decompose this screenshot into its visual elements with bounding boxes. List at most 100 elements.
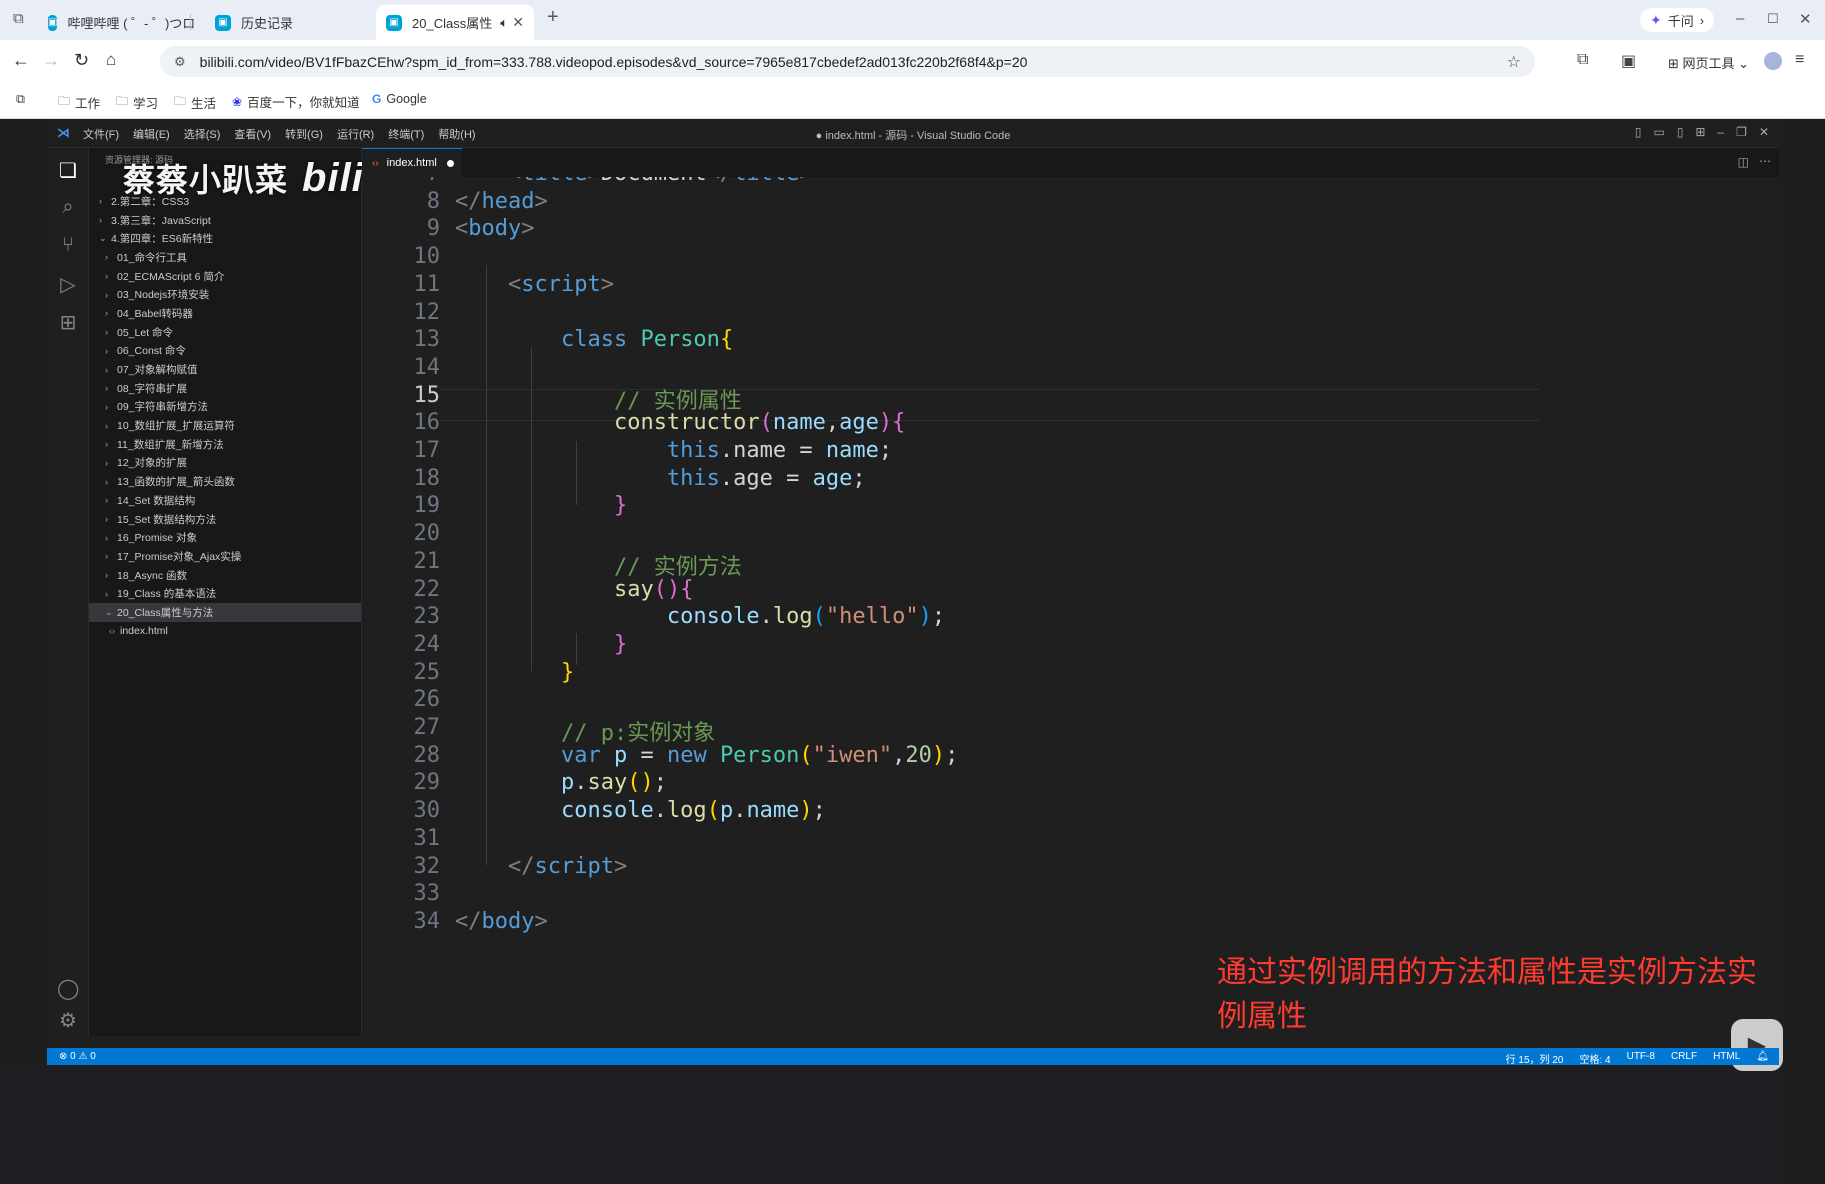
- code-line: }: [455, 632, 627, 657]
- line-number: 14: [413, 354, 441, 380]
- folder-item[interactable]: › 05_Let 命令: [89, 323, 361, 342]
- bookmarks-bar: ⧉ 🗀︎ 工作 🗀︎ 学习 🗀︎ 生活 ❀ 百度一下，你就知道 G Google: [0, 83, 1825, 119]
- folder-item[interactable]: › 14_Set 数据结构: [89, 491, 361, 510]
- file-item[interactable]: ‹› index.html: [89, 622, 361, 641]
- close-window-icon[interactable]: ✕: [1799, 10, 1812, 28]
- customize-layout-icon[interactable]: ⊞: [1695, 125, 1705, 139]
- extensions-icon[interactable]: ⧉: [1577, 51, 1588, 69]
- line-number: 17: [413, 438, 441, 463]
- web-tools-button[interactable]: ⊞ 网页工具 ⌄: [1668, 53, 1749, 72]
- line-number: 16: [413, 410, 441, 436]
- folder-item[interactable]: › 18_Async 函数: [89, 566, 361, 585]
- bookmark-label: 学习: [133, 97, 159, 111]
- qianwen-button[interactable]: ✦ 千问 ›: [1640, 8, 1715, 32]
- avatar[interactable]: [1764, 52, 1782, 70]
- folder-item[interactable]: › 15_Set 数据结构方法: [89, 510, 361, 529]
- tab-bilibili-home[interactable]: ▣ 哔哩哔哩 ( ゜- ゜)つロ: [38, 5, 195, 40]
- toggle-sidebar-icon[interactable]: ▯: [1635, 125, 1642, 139]
- source-control-icon[interactable]: ⑂: [57, 234, 79, 257]
- indentation[interactable]: 空格: 4: [1579, 1051, 1610, 1066]
- toggle-secondary-sidebar-icon[interactable]: ▯: [1677, 125, 1684, 139]
- extensions-icon[interactable]: ⊞: [57, 310, 79, 335]
- search-icon[interactable]: ⌕: [57, 196, 79, 219]
- split-editor-icon[interactable]: ◫: [1738, 155, 1749, 169]
- home-icon[interactable]: ⌂: [106, 50, 116, 70]
- unsaved-dot-icon[interactable]: [446, 159, 454, 167]
- folder-item[interactable]: › 13_函数的扩展_箭头函数: [89, 472, 361, 491]
- tab-index-html[interactable]: ‹› index.html: [362, 148, 462, 177]
- bell-icon[interactable]: 🔔︎: [1756, 1051, 1769, 1066]
- tree-item-label: 08_字符串扩展: [117, 382, 188, 395]
- tree-item-label: 12_对象的扩展: [117, 457, 188, 470]
- screenshot-icon[interactable]: ▣: [1621, 51, 1636, 71]
- back-icon[interactable]: ←: [12, 50, 30, 71]
- folder-item[interactable]: ⌄ 4.第四章：ES6新特性: [89, 229, 361, 248]
- tab-label: index.html: [386, 157, 437, 169]
- apps-icon[interactable]: ⧉: [16, 92, 25, 107]
- speaker-icon[interactable]: 🔈︎: [500, 15, 508, 31]
- toggle-panel-icon[interactable]: ▭: [1653, 125, 1664, 139]
- bookmark-google[interactable]: G Google: [372, 92, 427, 106]
- folder-item[interactable]: › 3.第三章：JavaScript: [89, 211, 361, 230]
- forward-icon[interactable]: →: [42, 50, 60, 71]
- site-info-icon[interactable]: ⚙︎: [174, 54, 186, 70]
- more-actions-icon[interactable]: ⋯: [1759, 154, 1771, 168]
- minimize-icon[interactable]: –: [1736, 10, 1744, 27]
- folder-item[interactable]: › 11_数组扩展_新增方法: [89, 435, 361, 454]
- folder-item[interactable]: ⌄ 20_Class属性与方法: [89, 603, 361, 622]
- folder-item[interactable]: › 19_Class 的基本语法: [89, 584, 361, 603]
- folder-item[interactable]: › 09_字符串新增方法: [89, 398, 361, 417]
- account-icon[interactable]: ◯: [57, 976, 79, 1001]
- tree-item-label: 13_函数的扩展_箭头函数: [117, 476, 235, 489]
- language-mode[interactable]: HTML: [1713, 1051, 1740, 1066]
- tab-divider: [190, 14, 191, 30]
- problems-count[interactable]: ⊗ 0 ⚠ 0: [59, 1051, 96, 1062]
- close-tab-icon[interactable]: ✕: [512, 14, 524, 31]
- new-tab-icon[interactable]: +: [547, 6, 559, 29]
- explorer-icon[interactable]: ❏: [57, 158, 79, 183]
- gear-icon[interactable]: ⚙︎: [57, 1008, 79, 1033]
- folder-item[interactable]: › 12_对象的扩展: [89, 454, 361, 473]
- google-icon: G: [372, 92, 382, 106]
- maximize-icon[interactable]: ☐: [1767, 11, 1779, 27]
- tree-item-label: 06_Const 命令: [117, 345, 186, 358]
- chevron-icon: ›: [105, 476, 108, 487]
- folder-item[interactable]: › 02_ECMAScript 6 简介: [89, 267, 361, 286]
- minimize-icon[interactable]: –: [1717, 125, 1724, 139]
- bookmark-folder-study[interactable]: 🗀︎ 学习: [116, 92, 158, 113]
- code-token: (: [812, 604, 826, 630]
- run-debug-icon[interactable]: ▷: [57, 272, 79, 297]
- line-number: 8: [426, 188, 440, 214]
- line-ending[interactable]: CRLF: [1671, 1051, 1697, 1066]
- chevron-icon: ›: [105, 383, 108, 394]
- encoding[interactable]: UTF-8: [1627, 1051, 1655, 1066]
- bookmark-baidu[interactable]: ❀ 百度一下，你就知道: [232, 92, 360, 111]
- tab-search-icon[interactable]: ⧉: [13, 10, 24, 27]
- folder-item[interactable]: › 06_Const 命令: [89, 342, 361, 361]
- close-icon[interactable]: ✕: [1759, 125, 1769, 139]
- video-player[interactable]: ⋊ 文件(F) 编辑(E) 选择(S) 查看(V) 转到(G) 运行(R) 终端…: [0, 119, 1825, 1184]
- folder-item[interactable]: › 04_Babel转码器: [89, 304, 361, 323]
- folder-item[interactable]: › 10_数组扩展_扩展运算符: [89, 416, 361, 435]
- line-number: 22: [413, 576, 441, 602]
- folder-item[interactable]: › 07_对象解构赋值: [89, 360, 361, 379]
- code-editor[interactable]: 7891011121314151617181920212223242526272…: [362, 177, 1779, 1036]
- cursor-position[interactable]: 行 15，列 20: [1506, 1051, 1564, 1066]
- bookmark-star-icon[interactable]: ☆: [1507, 52, 1521, 72]
- bookmark-folder-life[interactable]: 🗀︎ 生活: [174, 92, 216, 113]
- tab-history[interactable]: ▣ 历史记录: [205, 5, 365, 40]
- code-token: age: [812, 465, 853, 491]
- folder-item[interactable]: › 01_命令行工具: [89, 248, 361, 267]
- code-token: say: [613, 576, 654, 602]
- bookmark-folder-work[interactable]: 🗀︎ 工作: [58, 92, 100, 113]
- folder-item[interactable]: › 16_Promise 对象: [89, 528, 361, 547]
- restore-icon[interactable]: ❐: [1736, 125, 1747, 139]
- address-bar[interactable]: ⚙︎ bilibili.com/video/BV1fFbazCEhw?spm_i…: [160, 46, 1535, 77]
- folder-item[interactable]: › 08_字符串扩展: [89, 379, 361, 398]
- tab-active-video[interactable]: ▣ 20_Class属性 🔈︎ ✕: [376, 5, 534, 40]
- folder-item[interactable]: › 03_Nodejs环境安装: [89, 285, 361, 304]
- reload-icon[interactable]: ↻: [74, 50, 89, 71]
- menu-icon[interactable]: ≡: [1795, 51, 1804, 69]
- folder-item[interactable]: › 17_Promise对象_Ajax实操: [89, 547, 361, 566]
- code-token: }: [613, 631, 628, 657]
